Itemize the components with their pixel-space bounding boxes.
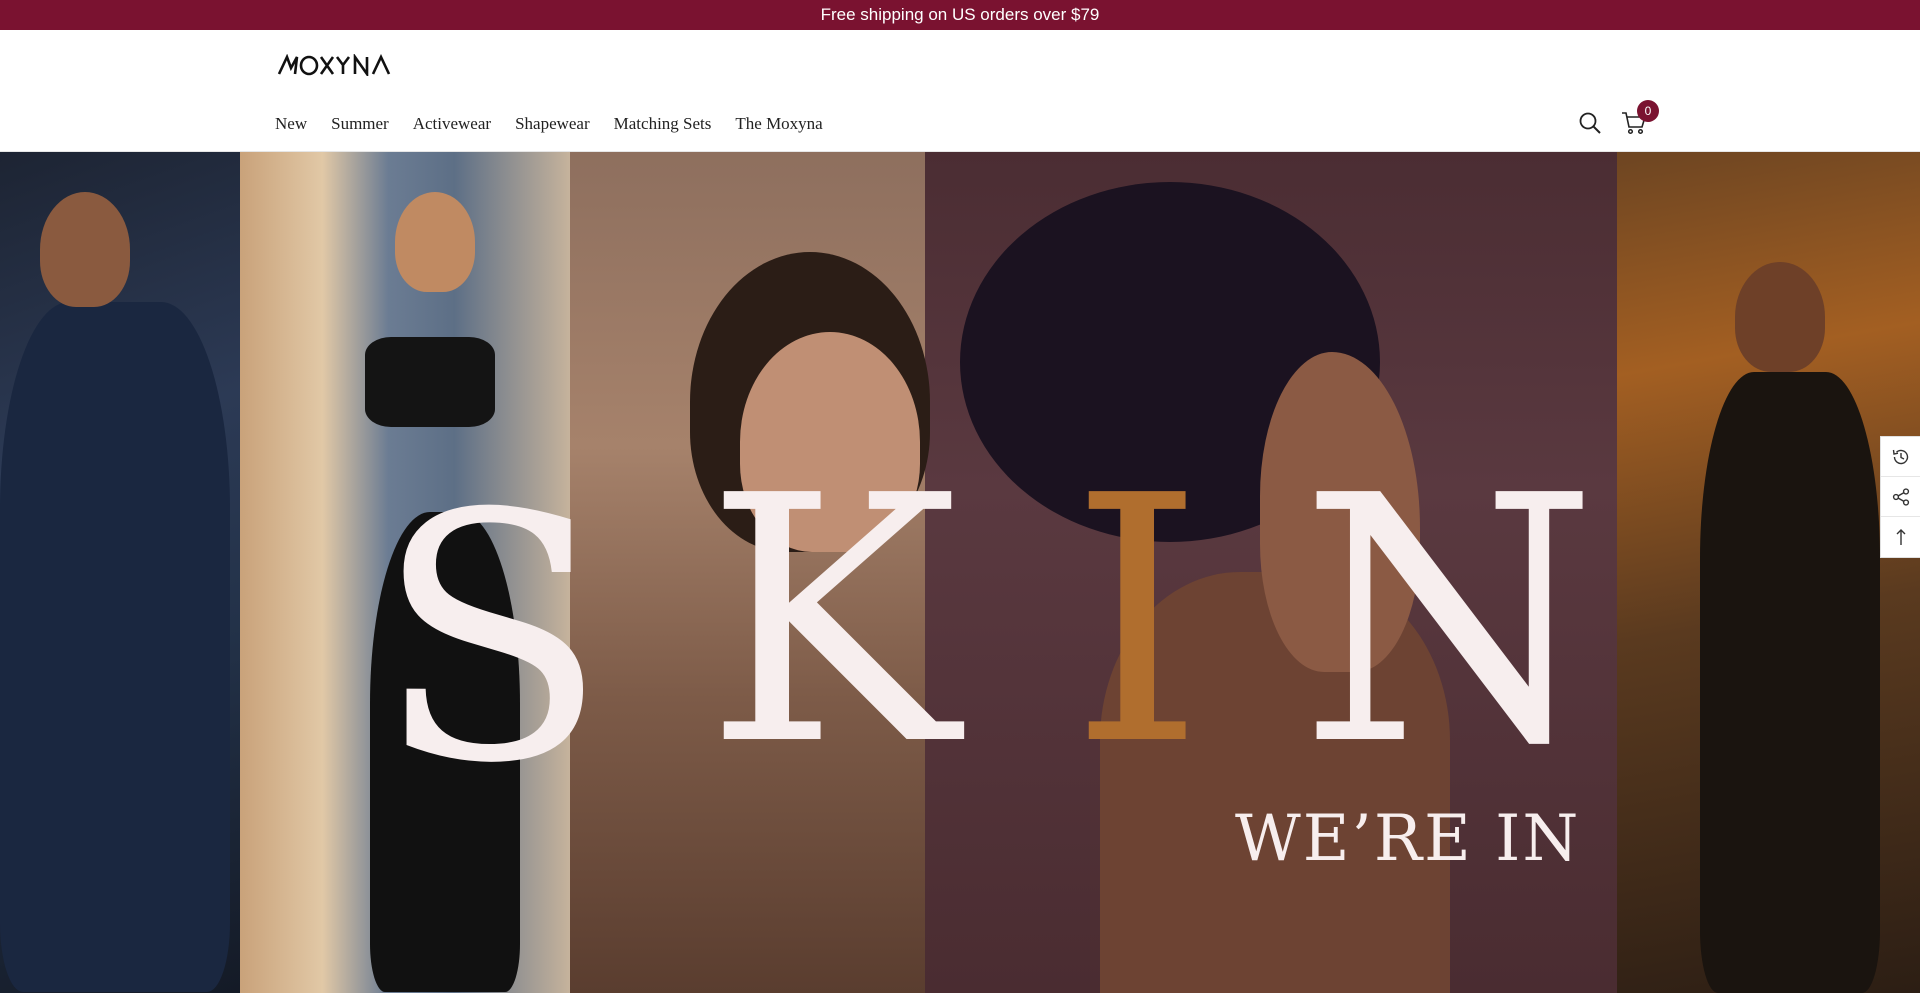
side-toolbar [1880, 436, 1920, 558]
model-figure [1735, 262, 1825, 372]
model-figure [365, 337, 495, 427]
hero-tagline: WE’RE IN [1235, 802, 1581, 876]
back-to-top-button[interactable] [1881, 517, 1920, 557]
nav-item-the-moxyna[interactable]: The Moxyna [735, 114, 822, 134]
back-to-top-icon [1896, 529, 1905, 545]
history-icon [1892, 449, 1908, 464]
model-figure [0, 302, 230, 992]
header-actions: 0 [1577, 100, 1659, 136]
share-icon [1892, 487, 1909, 506]
hero-letter-k: K [705, 424, 960, 820]
hero-letter-i: I [1070, 424, 1205, 820]
model-figure [1700, 372, 1880, 993]
search-button[interactable] [1577, 110, 1603, 136]
hero-letter-n: N [1300, 424, 1598, 820]
nav-item-shapewear[interactable]: Shapewear [515, 114, 590, 134]
hero-banner[interactable]: S K I N WE’RE IN [0, 152, 1920, 993]
main-nav: New Summer Activewear Shapewear Matching… [275, 114, 847, 134]
cart-count-badge: 0 [1637, 100, 1659, 122]
nav-item-activewear[interactable]: Activewear [413, 114, 491, 134]
search-icon [1579, 112, 1601, 134]
announcement-text: Free shipping on US orders over $79 [820, 5, 1100, 24]
logo-wordmark-icon [277, 54, 391, 76]
hero-letter-s: S [375, 442, 608, 838]
model-figure [395, 192, 475, 292]
nav-item-matching-sets[interactable]: Matching Sets [614, 114, 712, 134]
cart-button[interactable]: 0 [1621, 100, 1659, 136]
nav-item-summer[interactable]: Summer [331, 114, 389, 134]
site-header: New Summer Activewear Shapewear Matching… [0, 30, 1920, 152]
logo[interactable] [277, 50, 397, 80]
nav-item-new[interactable]: New [275, 114, 307, 134]
model-figure [40, 192, 130, 307]
announcement-bar: Free shipping on US orders over $79 [0, 0, 1920, 30]
recently-viewed-button[interactable] [1881, 437, 1920, 477]
share-button[interactable] [1881, 477, 1920, 517]
